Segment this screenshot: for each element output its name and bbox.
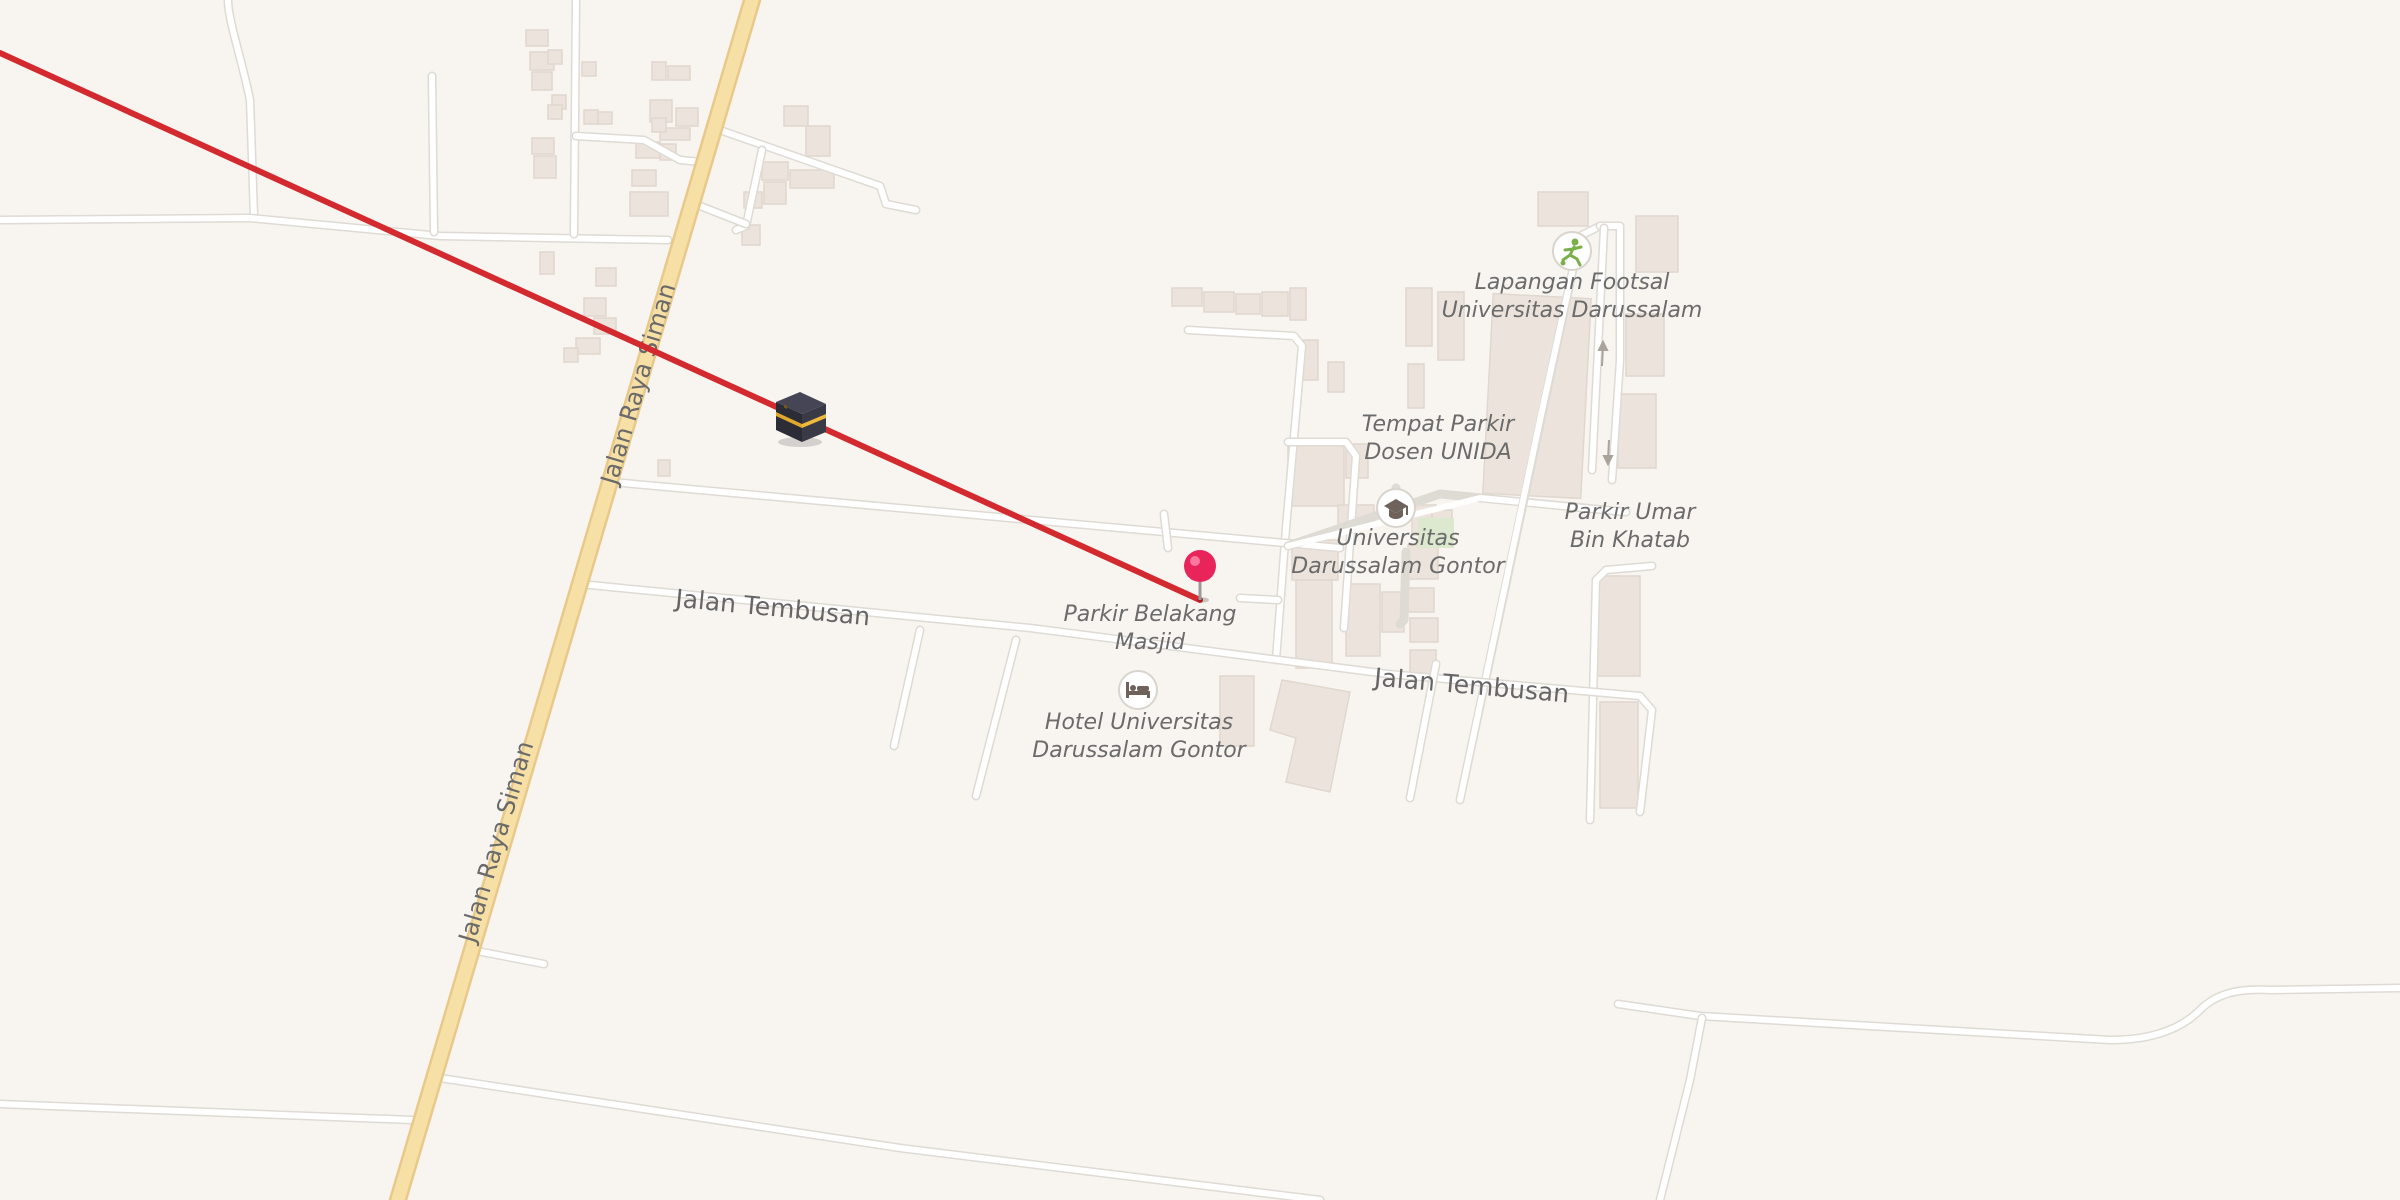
poi-tempat-parkir-line2: Dosen UNIDA xyxy=(1364,440,1511,465)
poi-universitas-line1: Universitas xyxy=(1337,526,1460,551)
bed-icon[interactable] xyxy=(1118,670,1158,710)
poi-hotel-line1: Hotel Universitas xyxy=(1045,710,1233,735)
poi-parkir-belakang-line1: Parkir Belakang xyxy=(1063,602,1236,627)
soccer-icon[interactable] xyxy=(1552,231,1592,271)
poi-footsal-line2: Universitas Darussalam xyxy=(1442,298,1703,323)
poi-footsal-line1: Lapangan Footsal xyxy=(1475,270,1670,295)
poi-tempat-parkir-line1: Tempat Parkir xyxy=(1362,412,1516,437)
map-canvas[interactable]: Jalan Tembusan Jalan Tembusan Jalan Raya… xyxy=(0,0,2400,1200)
graduation-cap-icon[interactable] xyxy=(1376,488,1416,528)
poi-universitas-line2: Darussalam Gontor xyxy=(1291,554,1506,579)
poi-hotel-line2: Darussalam Gontor xyxy=(1032,738,1247,763)
poi-parkir-umar-line2: Bin Khatab xyxy=(1570,528,1690,553)
poi-parkir-umar-line1: Parkir Umar xyxy=(1565,500,1698,525)
poi-parkir-belakang-line2: Masjid xyxy=(1115,630,1186,655)
